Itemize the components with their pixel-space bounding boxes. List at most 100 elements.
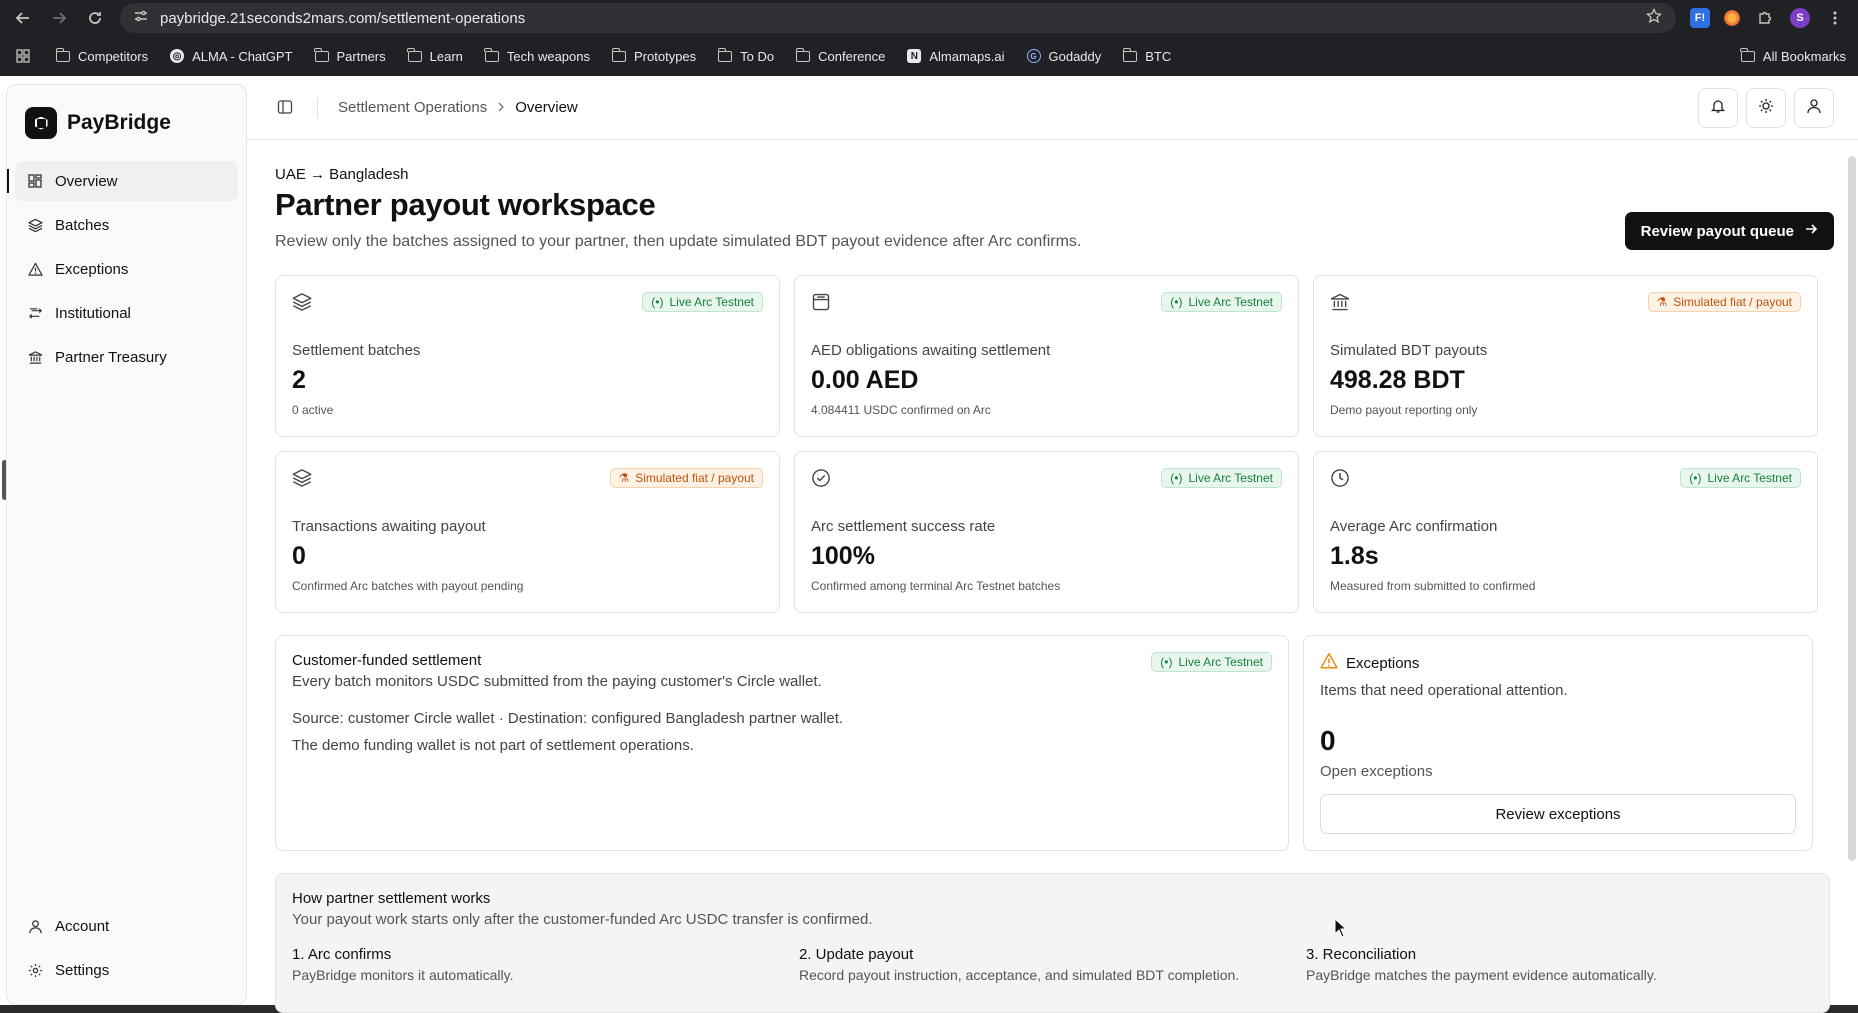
arrow-right-icon [1804,222,1818,240]
bookmark-learn[interactable]: Learn [407,47,463,64]
status-badge: ⚗ Simulated fiat / payout [609,468,763,488]
profile-avatar[interactable]: S [1790,8,1810,28]
metric-card-arc-success-rate: (•) Live Arc Testnet Arc settlement succe… [794,451,1299,613]
panel-title: Exceptions [1346,654,1420,672]
bookmark-prototypes[interactable]: Prototypes [611,47,696,64]
more-menu-icon[interactable] [1824,7,1846,29]
user-icon [27,918,43,934]
extensions-puzzle-icon[interactable] [1754,7,1776,29]
bookmark-to-do[interactable]: To Do [717,47,774,64]
status-badge: (•) Live Arc Testnet [1161,468,1282,488]
sidebar-item-account[interactable]: Account [15,906,238,946]
firefox-extension-icon[interactable] [1724,10,1740,26]
metrics-grid: (•) Live Arc Testnet Settlement batches 2… [275,275,1830,613]
forward-icon[interactable] [48,7,70,29]
notifications-button[interactable] [1698,87,1738,128]
steps-list: 1. Arc confirms PayBridge monitors it au… [292,946,1813,983]
app-logo[interactable]: PayBridge [7,85,246,161]
bookmark-almamaps[interactable]: N Almamaps.ai [907,49,1005,64]
page-subtitle: Review only the batches assigned to your… [275,233,1082,250]
sidebar-item-exceptions[interactable]: Exceptions [15,249,238,289]
broadcast-icon: (•) [1689,471,1702,485]
paybridge-logo-icon [25,107,57,139]
site-settings-icon[interactable] [134,9,148,27]
sun-icon [1758,98,1774,117]
bookmark-conference[interactable]: Conference [795,47,885,64]
layers-icon [292,469,312,491]
sidebar-item-institutional[interactable]: Institutional [15,293,238,333]
sidebar-item-partner-treasury[interactable]: Partner Treasury [15,337,238,377]
metric-card-average-arc-confirmation: (•) Live Arc Testnet Average Arc confirma… [1313,451,1818,613]
sidebar-item-label: Batches [55,216,110,234]
bank-icon [1330,293,1350,315]
button-label: Review payout queue [1640,222,1794,240]
sidebar-item-label: Overview [55,172,118,190]
user-menu-button[interactable] [1794,87,1834,128]
bookmark-tech-weapons[interactable]: Tech weapons [484,47,590,64]
step-title: 1. Arc confirms [292,946,392,963]
bookmarks-bar: Competitors ◎ ALMA - ChatGPT Partners Lea… [0,36,1858,76]
layers-icon [27,217,43,233]
metric-value: 498.28 BDT [1330,366,1465,394]
sidebar-toggle-icon[interactable] [277,99,295,117]
back-icon[interactable] [12,7,34,29]
bookmark-partners[interactable]: Partners [314,47,386,64]
folder-icon [611,47,627,62]
metric-label: Settlement batches [292,342,421,359]
reload-icon[interactable] [84,7,106,29]
sidebar-item-label: Account [55,917,110,935]
metric-note: Confirmed among terminal Arc Testnet bat… [811,579,1061,593]
folder-icon [1740,47,1755,62]
chatgpt-icon: ◎ [170,49,185,63]
extension-icon[interactable]: F! [1690,8,1710,28]
review-payout-queue-button[interactable]: Review payout queue [1624,212,1834,250]
notion-icon: N [907,49,922,63]
theme-toggle-button[interactable] [1746,87,1786,128]
sidebar-item-settings[interactable]: Settings [15,950,238,990]
top-bar: Settlement Operations Overview [247,76,1858,140]
customer-funded-settlement-panel: (•) Live Arc Testnet Customer-funded sett… [275,635,1289,851]
bookmark-alma-chatgpt[interactable]: ◎ ALMA - ChatGPT [170,49,293,64]
sidebar-item-overview[interactable]: Overview [7,161,238,201]
page-scrollbar[interactable] [1848,156,1856,861]
metric-label: Transactions awaiting payout [292,518,486,535]
step-text: PayBridge monitors it automatically. [292,967,514,983]
mouse-cursor-icon [1334,917,1348,941]
bookmark-btc[interactable]: BTC [1122,47,1171,64]
panel-title: How partner settlement works [292,890,491,907]
exceptions-header: Exceptions [1320,652,1796,674]
sidebar-item-batches[interactable]: Batches [15,205,238,245]
metric-note: 0 active [292,403,334,417]
sidebar-item-label: Partner Treasury [55,348,167,366]
metric-note: Confirmed Arc batches with payout pendin… [292,579,524,593]
metric-note: Demo payout reporting only [1330,403,1478,417]
breadcrumb-parent[interactable]: Settlement Operations [338,99,487,116]
review-exceptions-button[interactable]: Review exceptions [1320,794,1796,834]
metric-value: 0 [292,542,306,570]
metric-value: 2 [292,366,306,394]
demo-wallet-note: The demo funding wallet is not part of s… [292,737,694,754]
bookmark-competitors[interactable]: Competitors [55,47,148,64]
metric-value: 1.8s [1330,542,1379,570]
sidebar-item-label: Exceptions [55,260,129,278]
bank-icon [27,349,43,365]
bookmark-star-icon[interactable] [1646,7,1662,28]
all-bookmarks[interactable]: All Bookmarks [1740,47,1846,64]
apps-grid-icon[interactable] [12,45,34,67]
address-bar[interactable]: paybridge.21seconds2mars.com/settlement-… [120,3,1676,33]
folder-icon [407,47,422,62]
panel-description: Your payout work starts only after the c… [292,911,873,928]
warning-icon [1320,652,1338,674]
broadcast-icon: (•) [1170,471,1183,485]
status-badge: (•) Live Arc Testnet [642,292,763,312]
exceptions-panel: Exceptions Items that need operational a… [1303,635,1813,851]
metric-label: Average Arc confirmation [1330,518,1498,535]
bookmark-godaddy[interactable]: G Godaddy [1026,49,1101,64]
folder-icon [484,47,499,62]
browser-toolbar: paybridge.21seconds2mars.com/settlement-… [0,0,1858,36]
status-badge: (•) Live Arc Testnet [1680,468,1801,488]
open-exceptions-label: Open exceptions [1320,763,1433,780]
user-icon [1806,98,1822,117]
folder-icon [314,47,329,62]
bell-icon [1710,98,1726,117]
